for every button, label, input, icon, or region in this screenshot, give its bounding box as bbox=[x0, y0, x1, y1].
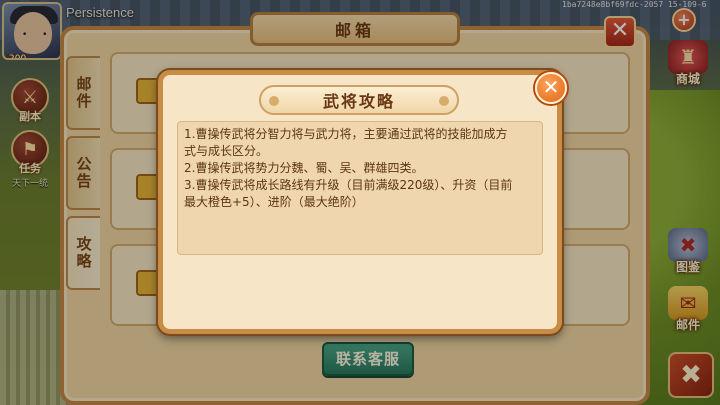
popup-line: 3.曹操传武将成长路线有升级（目前满级220级）、升资（目前 bbox=[184, 178, 513, 192]
popup-title-ribbon: 武将攻略 bbox=[259, 85, 459, 115]
popup-title: 武将攻略 bbox=[322, 92, 395, 111]
popup-line: 1.曹操传武将分智力将与武力将，主要通过武将的技能加成方 bbox=[184, 127, 508, 141]
popup-line: 最大橙色+5）、进阶（最大绝阶） bbox=[184, 195, 364, 209]
popup-line: 2.曹操传武将势力分魏、蜀、吴、群雄四类。 bbox=[184, 161, 424, 175]
strategy-popup: 武将攻略 1.曹操传武将分智力将与武力将，主要通过武将的技能加成方 式与成长区分… bbox=[158, 70, 567, 334]
close-icon[interactable]: ✕ bbox=[535, 72, 567, 104]
popup-text-area: 1.曹操传武将分智力将与武力将，主要通过武将的技能加成方 式与成长区分。 2.曹… bbox=[177, 121, 543, 255]
popup-line: 式与成长区分。 bbox=[184, 144, 269, 158]
